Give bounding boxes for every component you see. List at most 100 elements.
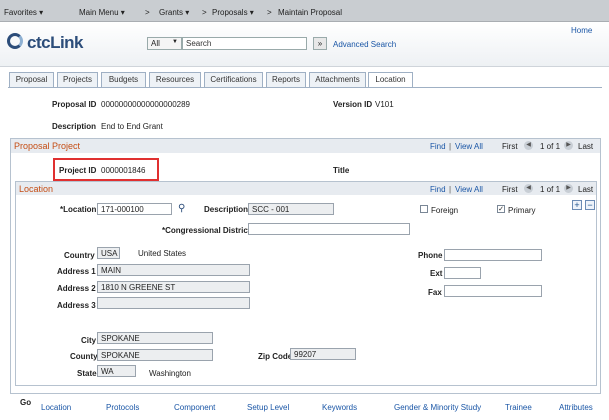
state-label: State — [77, 369, 97, 378]
project-id-value: 0000001846 — [101, 166, 146, 175]
row-range: 1 of 1 — [540, 185, 561, 194]
location-input[interactable]: 171-000100 — [97, 203, 172, 215]
tab-divider — [8, 87, 602, 88]
search-scope-dropdown[interactable]: All ▼ — [147, 37, 182, 50]
bottom-link-component[interactable]: Component — [174, 403, 215, 412]
version-id-label: Version ID — [333, 100, 373, 109]
address-3-label: Address 3 — [57, 301, 96, 310]
search-scope-value: All — [151, 39, 160, 48]
tab-projects[interactable]: Projects — [57, 72, 98, 87]
pipe-separator: | — [449, 142, 452, 151]
row-range: 1 of 1 — [540, 142, 561, 151]
previous-arrow-icon[interactable]: ◀ — [524, 184, 533, 193]
tab-resources[interactable]: Resources — [149, 72, 201, 87]
tab-location[interactable]: Location — [368, 72, 413, 88]
address-2-label: Address 2 — [57, 284, 96, 293]
city-value: SPOKANE — [97, 332, 213, 344]
search-placeholder: Search — [186, 39, 212, 48]
ext-input[interactable] — [444, 267, 481, 279]
find-link[interactable]: Find — [430, 185, 446, 194]
title-label: Title — [333, 166, 350, 175]
congressional-district-input[interactable] — [248, 223, 410, 235]
pipe-separator: | — [449, 185, 452, 194]
delete-row-icon[interactable]: − — [585, 200, 595, 210]
main-menu[interactable]: Main Menu ▾ — [79, 8, 125, 17]
state-name: Washington — [149, 369, 191, 378]
ctclink-logo-icon — [7, 33, 23, 49]
proposal-id-value: 00000000000000000289 — [101, 100, 190, 109]
country-label: Country — [64, 251, 95, 260]
tab-budgets[interactable]: Budgets — [101, 72, 146, 87]
tab-attachments[interactable]: Attachments — [309, 72, 366, 87]
grants-menu[interactable]: Grants ▾ — [159, 8, 189, 17]
zip-code-label: Zip Code — [258, 352, 293, 361]
fax-input[interactable] — [444, 285, 542, 297]
bottom-link-gender-minority-study[interactable]: Gender & Minority Study — [394, 403, 481, 412]
first-label: First — [502, 185, 518, 194]
description-value: End to End Grant — [101, 122, 163, 131]
next-arrow-icon[interactable]: ▶ — [564, 184, 573, 193]
phone-input[interactable] — [444, 249, 542, 261]
country-name: United States — [138, 249, 187, 258]
zip-code-value: 99207 — [290, 348, 356, 360]
tab-proposal[interactable]: Proposal — [9, 72, 54, 87]
foreign-label: Foreign — [431, 206, 459, 215]
next-arrow-icon[interactable]: ▶ — [564, 141, 573, 150]
congressional-district-label: *Congressional District — [162, 226, 251, 235]
address-1-label: Address 1 — [57, 267, 96, 276]
version-id-value: V101 — [375, 100, 394, 109]
view-all-link[interactable]: View All — [455, 185, 483, 194]
chevron-down-icon: ▼ — [172, 39, 178, 45]
location-description-label: Description — [204, 205, 249, 214]
previous-arrow-icon[interactable]: ◀ — [524, 141, 533, 150]
bottom-link-setup-level[interactable]: Setup Level — [247, 403, 289, 412]
advanced-search-link[interactable]: Advanced Search — [333, 40, 396, 49]
primary-label: Primary — [508, 206, 536, 215]
bottom-link-attributes[interactable]: Attributes — [559, 403, 593, 412]
last-label: Last — [578, 185, 594, 194]
lookup-icon[interactable]: ⚲ — [178, 203, 185, 214]
description-label: Description — [52, 122, 97, 131]
address-1-value: MAIN — [97, 264, 250, 276]
proposal-project-heading: Proposal Project — [14, 141, 81, 151]
bottom-link-trainee[interactable]: Trainee — [505, 403, 532, 412]
go-label: Go — [20, 398, 32, 407]
proposal-id-label: Proposal ID — [52, 100, 97, 109]
location-heading: Location — [19, 184, 54, 194]
county-value: SPOKANE — [97, 349, 213, 361]
address-3-value — [97, 297, 250, 309]
ext-label: Ext — [430, 269, 443, 278]
first-label: First — [502, 142, 518, 151]
county-label: County — [70, 352, 98, 361]
tab-certifications[interactable]: Certifications — [204, 72, 263, 87]
project-id-label: Project ID — [59, 166, 97, 175]
bottom-link-location[interactable]: Location — [41, 403, 71, 412]
foreign-checkbox[interactable] — [420, 205, 428, 213]
view-all-link[interactable]: View All — [455, 142, 483, 151]
location-description-value: SCC - 001 — [248, 203, 334, 215]
bottom-link-keywords[interactable]: Keywords — [322, 403, 357, 412]
breadcrumb-separator: > — [145, 8, 150, 17]
phone-label: Phone — [418, 251, 443, 260]
breadcrumb-separator: > — [267, 8, 272, 17]
tab-reports[interactable]: Reports — [266, 72, 306, 87]
search-input[interactable]: Search — [182, 37, 307, 50]
primary-checkbox[interactable]: ✓ — [497, 205, 505, 213]
proposals-menu[interactable]: Proposals ▾ — [212, 8, 254, 17]
last-label: Last — [578, 142, 594, 151]
address-2-value: 1810 N GREENE ST — [97, 281, 250, 293]
top-navigation-bar: Favorites ▾ Main Menu ▾ > Grants ▾ > Pro… — [0, 0, 609, 22]
fax-label: Fax — [428, 288, 442, 297]
breadcrumb-current: Maintain Proposal — [278, 8, 343, 17]
favorites-menu[interactable]: Favorites ▾ — [4, 8, 43, 17]
find-link[interactable]: Find — [430, 142, 446, 151]
breadcrumb-separator: > — [202, 8, 207, 17]
search-go-button[interactable]: » — [313, 37, 327, 50]
country-value: USA — [97, 247, 120, 259]
ctclink-logo: ctcLink — [27, 33, 84, 52]
add-row-icon[interactable]: + — [572, 200, 582, 210]
location-label: *Location — [60, 205, 97, 214]
state-value: WA — [97, 365, 136, 377]
bottom-link-protocols[interactable]: Protocols — [106, 403, 139, 412]
home-link[interactable]: Home — [571, 26, 592, 35]
